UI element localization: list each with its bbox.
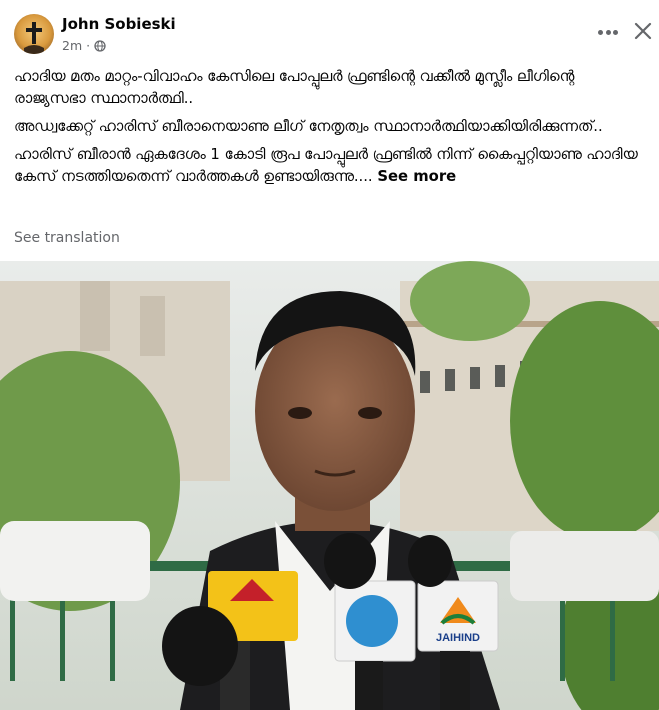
post-photo[interactable]: JAIHIND bbox=[0, 261, 659, 710]
post-paragraph: ഹാരിസ് ബീരാൻ ഏകദേശം 1 കോടി രൂപ പോപ്പുലർ … bbox=[14, 144, 646, 188]
photo-image: JAIHIND bbox=[0, 261, 659, 710]
avatar[interactable] bbox=[14, 14, 54, 54]
post-paragraph-text: ഹാരിസ് ബീരാൻ ഏകദേശം 1 കോടി രൂപ പോപ്പുലർ … bbox=[14, 146, 638, 185]
post-header: John Sobieski 2m · bbox=[0, 0, 659, 60]
author-name[interactable]: John Sobieski bbox=[62, 15, 176, 33]
globe-icon[interactable] bbox=[94, 39, 106, 52]
close-icon[interactable] bbox=[632, 20, 654, 42]
see-more-link[interactable]: See more bbox=[377, 168, 456, 185]
more-options-icon[interactable] bbox=[596, 22, 620, 42]
timestamp[interactable]: 2m bbox=[62, 38, 82, 53]
see-translation-link[interactable]: See translation bbox=[14, 230, 120, 246]
cross-icon bbox=[24, 22, 44, 54]
post-paragraph: ഹാദിയ മതം മാറ്റം-വിവാഹം കേസിലെ പോപ്പുലർ … bbox=[14, 68, 575, 107]
post-paragraph: അഡ്വക്കേറ്റ് ഹാരിസ് ബീരാനെയാണു ലീഗ് നേതൃ… bbox=[14, 118, 603, 135]
jaihind-logo-text: JAIHIND bbox=[436, 632, 480, 644]
post-meta: 2m · bbox=[62, 38, 106, 53]
post-body: ഹാദിയ മതം മാറ്റം-വിവാഹം കേസിലെ പോപ്പുലർ … bbox=[14, 66, 646, 194]
